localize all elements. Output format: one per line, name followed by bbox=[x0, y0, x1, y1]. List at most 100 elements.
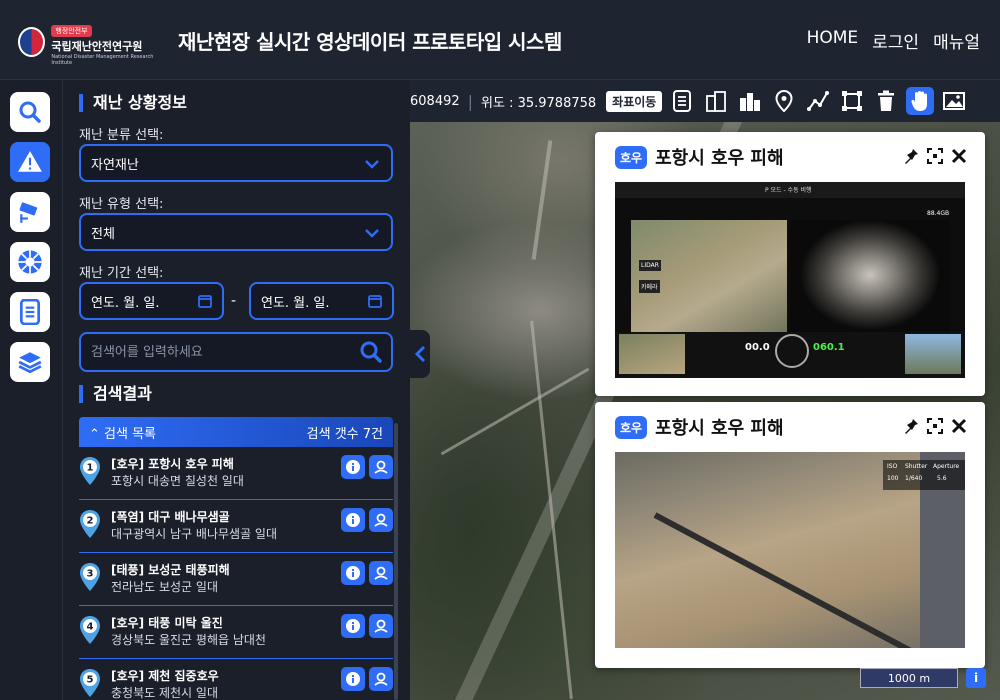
video-trench bbox=[653, 512, 939, 648]
panel-title: 재난 상황정보 bbox=[79, 94, 187, 112]
results-count: 검색 갯수 7건 bbox=[306, 426, 383, 442]
locate-button[interactable] bbox=[369, 455, 393, 479]
item-location: 경상북도 울진군 평해읍 남대천 bbox=[111, 633, 266, 647]
logo-name: 국립재난안전연구원 bbox=[51, 40, 143, 53]
tool-3d-building-button[interactable] bbox=[736, 87, 764, 115]
locate-button[interactable] bbox=[369, 561, 393, 585]
rail-search-button[interactable] bbox=[10, 92, 50, 132]
card-tag: 호우 bbox=[615, 415, 648, 439]
pin-number: 3 bbox=[87, 569, 94, 580]
locate-button[interactable] bbox=[369, 614, 393, 638]
results-list-header[interactable]: ⌃ 검색 목록 검색 갯수 7건 bbox=[79, 417, 393, 447]
locate-button[interactable] bbox=[369, 667, 393, 691]
map-info-button[interactable]: i bbox=[966, 668, 986, 688]
search-icon bbox=[19, 101, 41, 123]
pin-number: 5 bbox=[87, 675, 94, 686]
close-icon[interactable] bbox=[951, 418, 967, 434]
location-icon bbox=[374, 672, 388, 686]
panel-collapse-button[interactable] bbox=[410, 330, 430, 378]
search-input[interactable] bbox=[81, 334, 341, 370]
rail-disaster-button[interactable] bbox=[10, 142, 50, 182]
card-tag: 호우 bbox=[615, 145, 648, 169]
rail-cctv-button[interactable] bbox=[10, 192, 50, 232]
chevron-down-icon bbox=[365, 229, 379, 238]
image-icon bbox=[943, 92, 966, 110]
nav-manual[interactable]: 매뉴얼 bbox=[933, 28, 980, 53]
type-value: 전체 bbox=[91, 226, 115, 242]
info-button[interactable] bbox=[341, 614, 365, 638]
lidar-label[interactable]: LIDAR bbox=[639, 260, 661, 271]
nav-home[interactable]: HOME bbox=[807, 28, 859, 53]
search-icon[interactable] bbox=[359, 340, 383, 364]
calendar-icon[interactable] bbox=[368, 294, 382, 308]
tool-building-button[interactable] bbox=[702, 87, 730, 115]
close-icon[interactable] bbox=[951, 148, 967, 164]
nav-login[interactable]: 로그인 bbox=[872, 28, 919, 53]
video-status-bar: P 모드 - 수동 비행 bbox=[615, 182, 965, 198]
card-actions bbox=[903, 418, 967, 434]
drone-video-feed[interactable]: ISO 100 Shutter 1/640 Aperture 5.6 bbox=[615, 452, 965, 648]
cctv-icon bbox=[19, 202, 38, 223]
drone-video-feed[interactable]: P 모드 - 수동 비행 LIDAR 카메라 00.0 060.1 88.4GB bbox=[615, 182, 965, 378]
tool-image-button[interactable] bbox=[940, 87, 968, 115]
locate-button[interactable] bbox=[369, 508, 393, 532]
category-select[interactable]: 자연재난 bbox=[79, 144, 393, 182]
list-item[interactable]: 5 [호우] 제천 집중호우 충청북도 제천시 일대 bbox=[79, 659, 393, 700]
calendar-icon[interactable] bbox=[198, 294, 212, 308]
logo-subtitle: National Disaster Management Research In… bbox=[51, 54, 154, 66]
camera-label[interactable]: 카메라 bbox=[639, 280, 660, 293]
start-date-value: 연도. 월. 일. bbox=[91, 295, 160, 311]
map-pin-icon: 3 bbox=[80, 563, 100, 591]
logo-badge: 행정안전부 bbox=[51, 25, 92, 37]
coord-move-button[interactable]: 좌표이동 bbox=[606, 90, 663, 112]
category-label: 재난 분류 선택: bbox=[79, 128, 164, 143]
start-date-input[interactable]: 연도. 월. 일. bbox=[79, 282, 224, 320]
info-button[interactable] bbox=[341, 561, 365, 585]
tool-list-button[interactable] bbox=[668, 87, 696, 115]
info-button[interactable] bbox=[341, 455, 365, 479]
rail-layers-button[interactable] bbox=[10, 342, 50, 382]
tool-delete-button[interactable] bbox=[872, 87, 900, 115]
info-icon bbox=[346, 566, 360, 580]
camera-params: ISO 100 Shutter 1/640 Aperture 5.6 bbox=[883, 460, 965, 490]
end-date-input[interactable]: 연도. 월. 일. bbox=[249, 282, 394, 320]
speed-readout: 00.0 bbox=[745, 342, 770, 353]
list-item[interactable]: 2 [폭염] 대구 배나무샘골 대구광역시 남구 배나무샘골 일대 bbox=[79, 500, 393, 553]
list-item[interactable]: 4 [호우] 태풍 미탁 울진 경상북도 울진군 평해읍 남대천 bbox=[79, 606, 393, 659]
info-button[interactable] bbox=[341, 508, 365, 532]
list-item[interactable]: 3 [태풍] 보성군 태풍피해 전라남도 보성군 일대 bbox=[79, 553, 393, 606]
chevron-left-icon bbox=[414, 345, 426, 363]
results-scrollbar[interactable] bbox=[394, 423, 398, 700]
tool-marker-button[interactable] bbox=[770, 87, 798, 115]
document-icon bbox=[19, 299, 41, 325]
info-button[interactable] bbox=[341, 667, 365, 691]
layers-icon bbox=[18, 352, 42, 374]
type-select[interactable]: 전체 bbox=[79, 213, 393, 251]
rail-report-button[interactable] bbox=[10, 292, 50, 332]
fullscreen-icon[interactable] bbox=[927, 418, 943, 434]
pin-icon[interactable] bbox=[903, 148, 919, 164]
info-icon bbox=[346, 460, 360, 474]
marker-icon bbox=[775, 90, 793, 112]
info-icon bbox=[346, 672, 360, 686]
list-item[interactable]: 1 [호우] 포항시 호우 피해 포항시 대송면 칠성천 일대 bbox=[79, 447, 393, 500]
tool-area-button[interactable] bbox=[838, 87, 866, 115]
fullscreen-icon[interactable] bbox=[927, 148, 943, 164]
coord-divider: | bbox=[467, 91, 474, 111]
results-list-toggle[interactable]: ⌃ 검색 목록 bbox=[89, 423, 156, 442]
institute-logo[interactable]: 행정안전부 국립재난안전연구원 National Disaster Manage… bbox=[18, 22, 163, 66]
app-title: 재난현장 실시간 영상데이터 프로토타입 시스템 bbox=[178, 30, 562, 54]
pin-number: 2 bbox=[87, 516, 94, 527]
pin-icon[interactable] bbox=[903, 418, 919, 434]
item-location: 대구광역시 남구 배나무샘골 일대 bbox=[111, 527, 278, 541]
video-card: 호우 포항시 호우 피해 P 모드 - 수동 비행 LIDAR 카메라 00.0… bbox=[595, 132, 985, 396]
rail-drone-button[interactable] bbox=[10, 242, 50, 282]
tool-pan-button[interactable] bbox=[906, 87, 935, 115]
tool-polyline-button[interactable] bbox=[804, 87, 832, 115]
trash-icon bbox=[878, 90, 895, 111]
disaster-panel: 재난 상황정보 재난 분류 선택: 자연재난 재난 유형 선택: 전체 재난 기… bbox=[62, 80, 410, 700]
period-label: 재난 기간 선택: bbox=[79, 266, 164, 281]
search-box bbox=[79, 332, 393, 372]
card-actions bbox=[903, 148, 967, 164]
fpv-view bbox=[905, 334, 961, 374]
